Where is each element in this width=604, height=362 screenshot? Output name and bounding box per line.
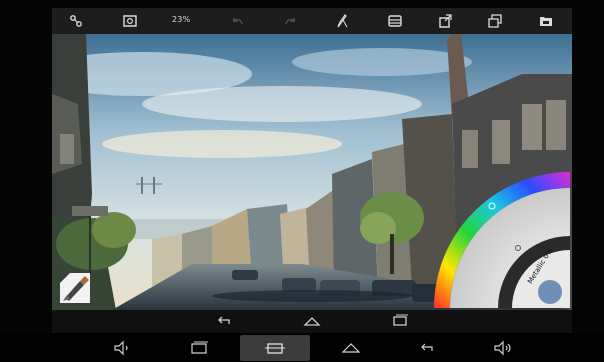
color-picker-wheel[interactable]: [434, 172, 570, 308]
settings-icon[interactable]: [66, 11, 86, 31]
zoom-level[interactable]: 23%: [172, 15, 190, 24]
tablet-screen: 23% Metallic 0%: [0, 0, 604, 362]
back-icon[interactable]: [212, 312, 236, 330]
layers-icon[interactable]: [385, 11, 405, 31]
back-icon[interactable]: [414, 338, 440, 358]
undo-icon[interactable]: [228, 11, 248, 31]
save-icon[interactable]: [536, 11, 556, 31]
brush-selector-button[interactable]: [58, 271, 92, 305]
current-color-swatch: [538, 280, 562, 304]
gallery-icon[interactable]: [120, 11, 140, 31]
volume-up-icon[interactable]: [490, 338, 516, 358]
export-icon[interactable]: [435, 11, 455, 31]
in-app-navigation-bar: [52, 310, 572, 333]
home-icon[interactable]: [338, 338, 364, 358]
redo-icon[interactable]: [280, 11, 300, 31]
system-navigation-bar: [0, 333, 604, 362]
app-toolbar: 23%: [52, 8, 572, 35]
volume-down-icon[interactable]: [110, 338, 136, 358]
recent-apps-icon[interactable]: [186, 338, 212, 358]
screenshot-icon[interactable]: [240, 335, 310, 361]
recent-apps-icon[interactable]: [388, 312, 412, 330]
copy-icon[interactable]: [485, 11, 505, 31]
home-icon[interactable]: [300, 312, 324, 330]
brush-tool-icon[interactable]: [332, 11, 352, 31]
